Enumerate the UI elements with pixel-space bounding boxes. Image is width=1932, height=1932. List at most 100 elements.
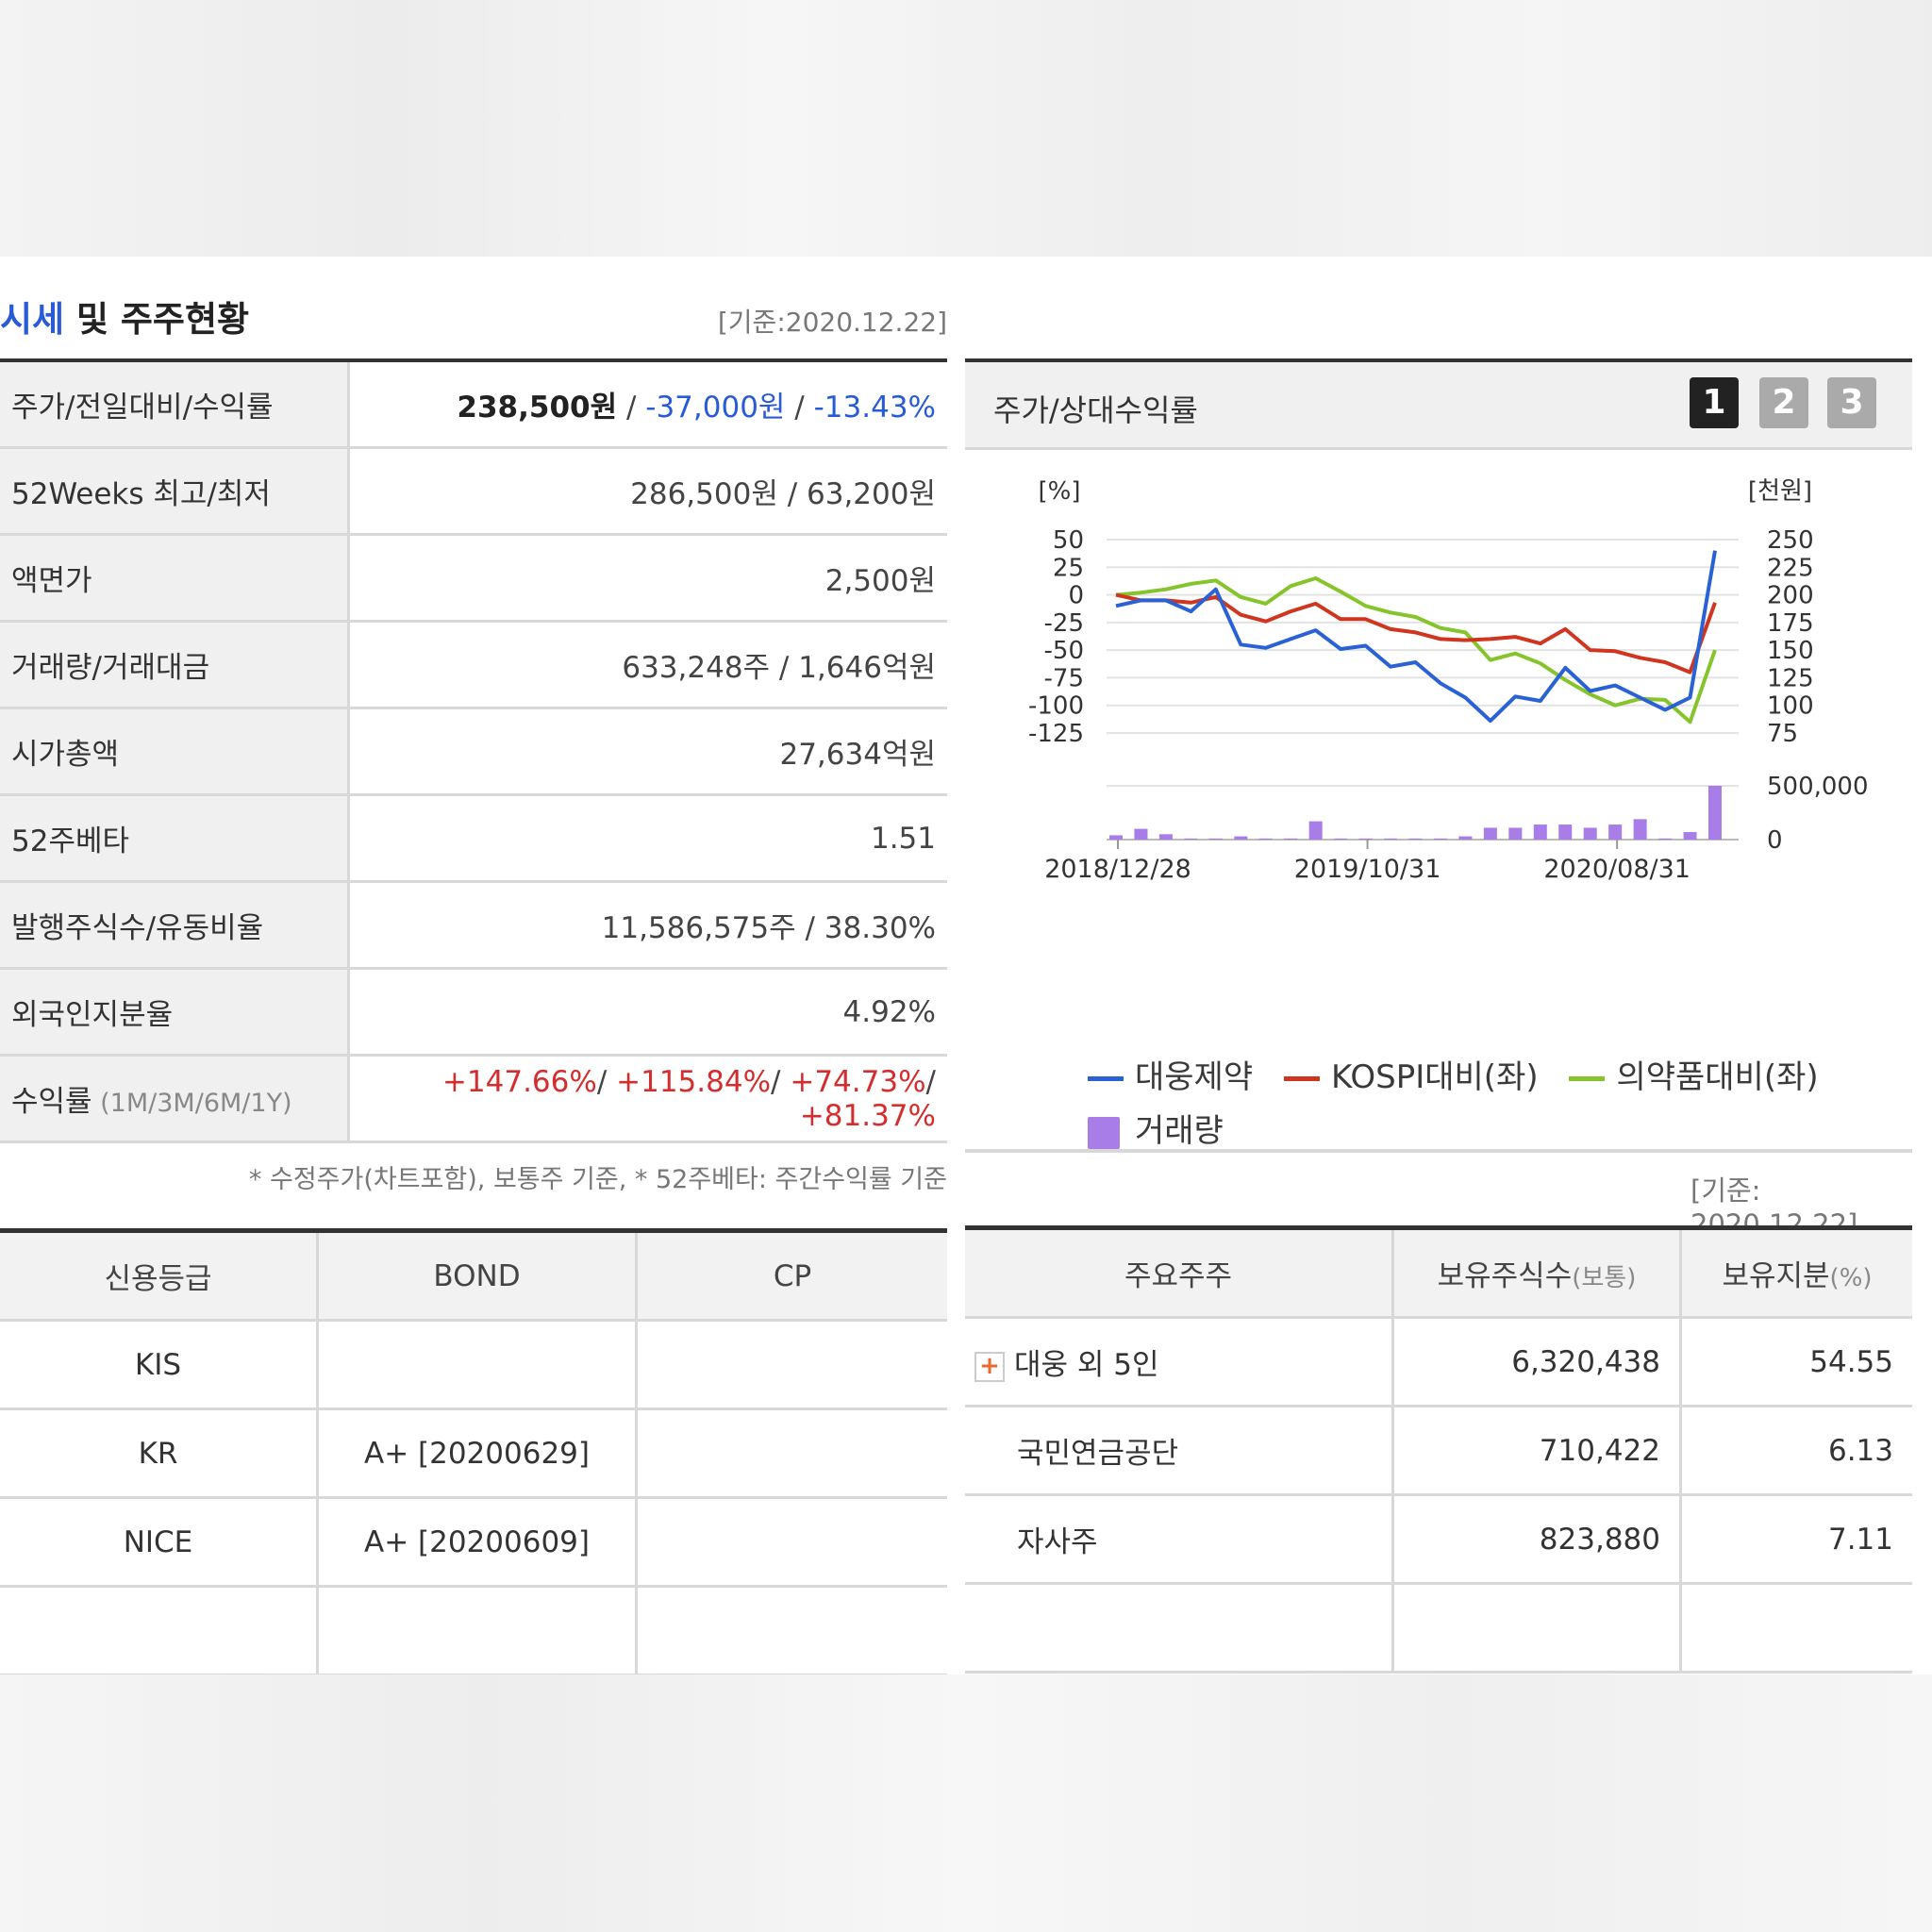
table-cell: A+ [20200609]: [317, 1497, 638, 1588]
legend-label: 의약품대비(좌): [1616, 1058, 1819, 1096]
legend-label: KOSPI대비(좌): [1330, 1058, 1539, 1096]
row-label: 외국인지분율: [0, 968, 350, 1057]
volume-bar: [1158, 834, 1173, 840]
right-tick-label: 125: [1767, 664, 1814, 692]
section-title: 시세 및 주주현황: [0, 291, 249, 341]
volume-bar: [1134, 828, 1148, 840]
table-row: KIS: [0, 1320, 947, 1410]
right-tick-label: 250: [1767, 526, 1814, 555]
table-row: 자사주 823,880 7.11: [965, 1494, 1912, 1585]
blurred-background-bottom: [0, 1674, 1932, 1932]
holder-name: 자사주: [965, 1494, 1394, 1585]
table-cell: [636, 1320, 947, 1410]
return-6m: +74.73%: [790, 1064, 926, 1099]
table-cell: [0, 1586, 319, 1676]
volume-bar: [1334, 838, 1348, 840]
row-value: 633,248주 / 1,646억원: [348, 621, 947, 709]
credit-rating-table: 신용등급 BOND CP KIS KR A+ [20200629] NICE A…: [0, 1228, 947, 1676]
table-cell: A+ [20200629]: [317, 1408, 638, 1499]
right-tick-label: 150: [1767, 637, 1814, 665]
column-header-holder: 주요주주: [965, 1227, 1394, 1319]
volume-bar: [1483, 827, 1497, 840]
left-axis-unit: [%]: [1039, 477, 1081, 506]
row-label: 52주베타: [0, 794, 350, 883]
volume-bar: [1433, 838, 1447, 840]
separator: /: [771, 1064, 791, 1099]
table-row: [0, 1586, 947, 1676]
volume-bar: [1658, 838, 1673, 840]
table-cell: [1680, 1583, 1912, 1674]
volume-bar: [1508, 827, 1523, 840]
volume-bar: [1109, 835, 1123, 840]
table-cell: [1392, 1583, 1682, 1674]
series-line: [1115, 550, 1717, 724]
table-cell: [317, 1586, 638, 1676]
volume-bar: [1458, 836, 1473, 840]
volume-bar: [1633, 819, 1647, 840]
x-tick-label: 2019/10/31: [1294, 855, 1441, 884]
table-row: KR A+ [20200629]: [0, 1408, 947, 1499]
major-shareholders-table: 주요주주 보유주식수(보통) 보유지분(%) + 대웅 외 5인 6,320,43…: [965, 1225, 1912, 1674]
column-header-percent: 보유지분(%): [1680, 1227, 1912, 1319]
table-row: + 대웅 외 5인 6,320,438 54.55: [965, 1317, 1912, 1407]
return-1m: +147.66%: [441, 1064, 597, 1099]
row-value: 2,500원: [348, 534, 947, 623]
stock-chart-panel: 주가/상대수익률 1 2 3 [%] [천원] 50 25 0 -25 -50 -75 -100…: [965, 358, 1912, 1153]
table-header-row: 신용등급 BOND CP: [0, 1230, 947, 1322]
holder-shares: 6,320,438: [1392, 1317, 1682, 1407]
x-tick-label: 2020/08/31: [1543, 855, 1690, 884]
separator: /: [785, 391, 814, 425]
volume-bar: [1208, 838, 1223, 840]
volume-bar: [1308, 821, 1323, 840]
volume-bar: [1558, 824, 1573, 840]
table-row: 외국인지분율 4.92%: [0, 968, 947, 1057]
row-label: 액면가: [0, 534, 350, 623]
table-row: 액면가 2,500원: [0, 534, 947, 623]
price-change: -37,000원: [645, 391, 786, 425]
legend-bar-icon: [1088, 1116, 1120, 1149]
volume-bar: [1608, 824, 1623, 840]
row-value: 11,586,575주 / 38.30%: [348, 881, 947, 970]
volume-bar: [1358, 838, 1373, 840]
column-header: CP: [636, 1230, 947, 1322]
volume-bar: [1408, 838, 1423, 840]
holder-shares: 710,422: [1392, 1406, 1682, 1496]
section-title-highlight: 시세: [0, 299, 65, 340]
header-label: 보유지분: [1722, 1259, 1830, 1293]
chart-tab-1[interactable]: 1: [1690, 377, 1739, 428]
legend-item: 대웅제약: [1088, 1051, 1253, 1097]
right-tick-label: 200: [1767, 582, 1814, 610]
column-header: BOND: [317, 1230, 638, 1322]
right-axis-unit: [천원]: [1748, 477, 1812, 506]
footnote: * 수정주가(차트포함), 보통주 기준, * 52주베타: 주간수익률 기준: [248, 1165, 947, 1194]
legend-label: 거래량: [1135, 1112, 1224, 1150]
volume-bar: [1384, 838, 1398, 840]
row-label: 발행주식수/유동비율: [0, 881, 350, 970]
price-change-rate: -13.43%: [813, 391, 936, 425]
right-tick-label: 75: [1767, 720, 1798, 748]
left-tick-label: -50: [1044, 637, 1084, 665]
table-cell: KIS: [0, 1320, 319, 1410]
table-row: 발행주식수/유동비율 11,586,575주 / 38.30%: [0, 881, 947, 970]
table-cell: [636, 1586, 947, 1676]
plus-icon[interactable]: +: [974, 1351, 1005, 1382]
row-label: 수익률 (1M/3M/6M/1Y): [0, 1055, 350, 1143]
table-cell: [636, 1408, 947, 1499]
row-value: 286,500원 / 63,200원: [348, 447, 947, 536]
return-3m: +115.84%: [616, 1064, 772, 1099]
chart-tab-2[interactable]: 2: [1759, 377, 1808, 428]
table-row: NICE A+ [20200609]: [0, 1497, 947, 1588]
volume-bar: [1258, 838, 1273, 840]
table-row: 52주베타 1.51: [0, 794, 947, 883]
chart-tab-3[interactable]: 3: [1827, 377, 1876, 428]
table-cell: [636, 1497, 947, 1588]
row-label: 거래량/거래대금: [0, 621, 350, 709]
volume-bar: [1234, 836, 1248, 840]
table-row: [965, 1583, 1912, 1674]
legend-item: KOSPI대비(좌): [1283, 1051, 1539, 1097]
volume-bar: [1284, 838, 1298, 840]
left-tick-label: -75: [1044, 664, 1084, 692]
header-unit: (%): [1829, 1264, 1873, 1292]
table-header-row: 주요주주 보유주식수(보통) 보유지분(%): [965, 1227, 1912, 1319]
holder-percent: 7.11: [1680, 1494, 1912, 1585]
